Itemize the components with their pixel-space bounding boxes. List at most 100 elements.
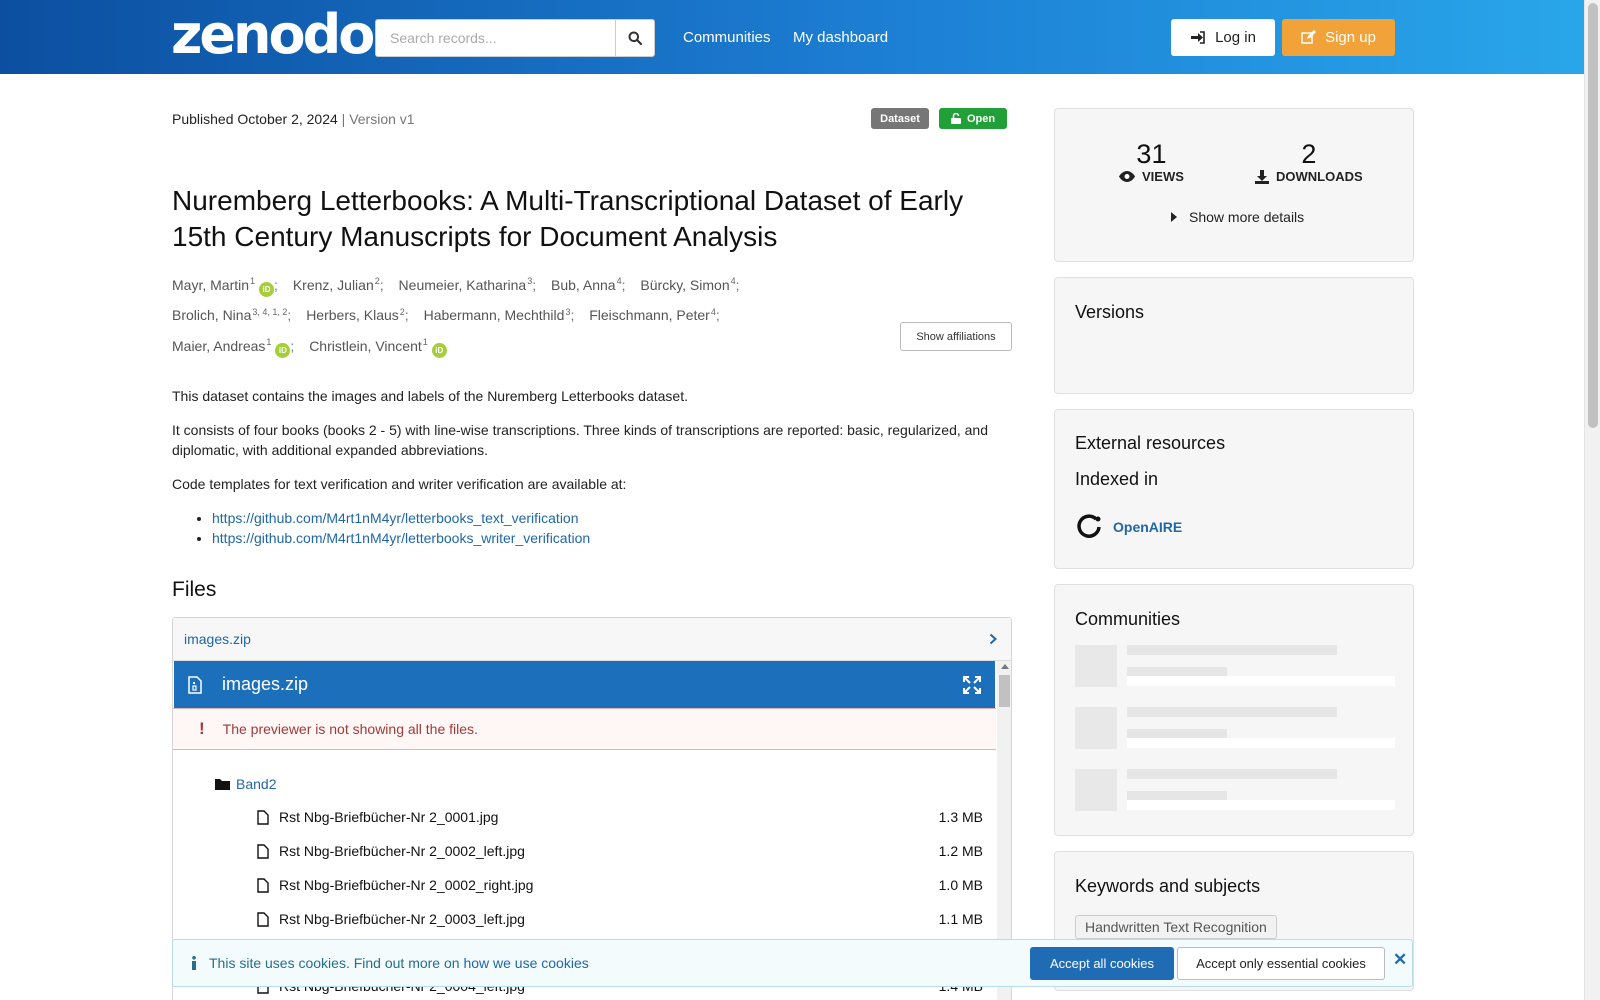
- keyword-tag[interactable]: Handwritten Text Recognition: [1075, 915, 1277, 939]
- file-icon: [257, 877, 269, 893]
- file-accordion-header[interactable]: images.zip: [173, 618, 1011, 661]
- accept-all-cookies-button[interactable]: Accept all cookies: [1030, 947, 1174, 980]
- creator[interactable]: Herbers, Klaus2: [306, 307, 405, 324]
- folder-link[interactable]: Band2: [236, 776, 276, 792]
- openaire-link[interactable]: OpenAIRE: [1075, 513, 1182, 541]
- search-input[interactable]: [375, 19, 615, 57]
- eye-icon: [1119, 171, 1135, 182]
- record-title: Nuremberg Letterbooks: A Multi-Transcrip…: [172, 185, 964, 252]
- external-resources-title: External resources: [1075, 433, 1226, 453]
- versions-panel: Versions: [1054, 277, 1414, 394]
- files-heading: Files: [172, 578, 217, 601]
- views-count: 31: [1136, 139, 1167, 169]
- cookie-message: This site uses cookies. Find out more on…: [191, 955, 589, 971]
- search-icon: [628, 31, 642, 45]
- creator[interactable]: Fleischmann, Peter4: [589, 307, 716, 324]
- orcid-icon[interactable]: iD: [275, 342, 291, 358]
- indexed-in-title: Indexed in: [1075, 469, 1159, 489]
- cookie-banner: This site uses cookies. Find out more on…: [172, 939, 1413, 987]
- scrollbar-thumb[interactable]: [1588, 3, 1598, 428]
- orcid-icon[interactable]: iD: [259, 281, 275, 297]
- file-icon: [257, 809, 269, 825]
- versions-title: Versions: [1075, 302, 1145, 322]
- file-icon: [257, 843, 269, 859]
- file-size: 1.2 MB: [938, 843, 983, 859]
- caret-right-icon: [1171, 212, 1177, 222]
- edit-icon: [1301, 30, 1317, 44]
- github-link[interactable]: https://github.com/M4rt1nM4yr/letterbook…: [212, 530, 590, 546]
- folder-icon: [215, 779, 230, 790]
- loading-placeholder: [1075, 769, 1395, 811]
- show-affiliations-button[interactable]: Show affiliations: [900, 322, 1012, 351]
- publication-info: Published October 2, 2024 | Version v1: [172, 111, 415, 127]
- description-paragraph: This dataset contains the images and lab…: [172, 388, 688, 404]
- search-bar: [375, 19, 655, 57]
- creator[interactable]: Christlein, Vincent1iD: [309, 337, 447, 358]
- file-row[interactable]: Rst Nbg-Briefbücher-Nr 2_0002_left.jpg 1…: [257, 843, 983, 859]
- creators-list: Mayr, Martin1iD; Krenz, Julian2; Neumeie…: [172, 268, 912, 360]
- nav-my-dashboard[interactable]: My dashboard: [793, 29, 888, 46]
- record-description: This dataset contains the images and lab…: [172, 386, 1012, 548]
- communities-panel: Communities: [1054, 584, 1414, 836]
- openaire-icon: [1077, 514, 1101, 538]
- folder-item[interactable]: Band2: [215, 776, 276, 792]
- file-row[interactable]: Rst Nbg-Briefbücher-Nr 2_0001.jpg 1.3 MB: [257, 809, 983, 825]
- keywords-title: Keywords and subjects: [1075, 876, 1261, 896]
- external-resources-panel: External resources Indexed in OpenAIRE: [1054, 409, 1414, 569]
- preview-title: images.zip: [222, 674, 309, 694]
- accordion-file-link[interactable]: images.zip: [184, 631, 251, 647]
- creator[interactable]: Krenz, Julian2: [293, 276, 380, 293]
- description-paragraph: It consists of four books (books 2 - 5) …: [172, 422, 989, 458]
- fullscreen-icon[interactable]: [963, 675, 981, 694]
- chevron-right-icon: [989, 633, 997, 645]
- creator[interactable]: Brolich, Nina3, 4, 1, 2: [172, 307, 287, 324]
- orcid-icon[interactable]: iD: [431, 342, 447, 358]
- exclamation-icon: !: [199, 719, 205, 738]
- downloads-label: DOWNLOADS: [1276, 169, 1363, 184]
- file-row[interactable]: Rst Nbg-Briefbücher-Nr 2_0002_right.jpg …: [257, 877, 983, 893]
- downloads-stat: 2 DOWNLOADS: [1255, 139, 1363, 184]
- access-badge: Open: [939, 108, 1007, 129]
- github-link[interactable]: https://github.com/M4rt1nM4yr/letterbook…: [212, 510, 579, 526]
- creator[interactable]: Neumeier, Katharina3: [399, 276, 533, 293]
- access-label: Open: [966, 112, 996, 125]
- accept-essential-cookies-button[interactable]: Accept only essential cookies: [1177, 947, 1385, 980]
- views-label: VIEWS: [1142, 169, 1184, 184]
- page-scrollbar[interactable]: [1584, 0, 1600, 1000]
- login-button[interactable]: Log in: [1171, 19, 1275, 56]
- cookie-policy-link[interactable]: how we use cookies: [463, 955, 588, 971]
- views-stat: 31 VIEWS: [1119, 139, 1184, 184]
- stats-panel: 31 VIEWS 2 DOWNLOADS Show more details: [1054, 108, 1414, 262]
- description-paragraph: Code templates for text verification and…: [172, 476, 627, 492]
- creator[interactable]: Maier, Andreas1iD: [172, 337, 291, 358]
- file-icon: [257, 911, 269, 927]
- file-size: 1.3 MB: [938, 809, 983, 825]
- site-header: zenodo Communities My dashboard Log in S…: [0, 0, 1584, 74]
- download-icon: [1255, 169, 1269, 184]
- loading-placeholder: [1075, 645, 1395, 687]
- file-archive-icon: [188, 675, 202, 694]
- loading-placeholder: [1075, 707, 1395, 749]
- nav-communities[interactable]: Communities: [683, 29, 771, 46]
- sign-in-icon: [1191, 31, 1205, 44]
- unlock-icon: [950, 113, 961, 124]
- communities-title: Communities: [1075, 609, 1181, 629]
- previewer-warning: ! The previewer is not showing all the f…: [173, 708, 996, 750]
- creator[interactable]: Bub, Anna4: [551, 276, 622, 293]
- code-links-list: https://github.com/M4rt1nM4yr/letterbook…: [212, 508, 1012, 548]
- show-more-details[interactable]: Show more details: [1171, 209, 1304, 225]
- file-size: 1.1 MB: [938, 911, 983, 927]
- zenodo-logo[interactable]: zenodo: [171, 6, 375, 64]
- login-label: Log in: [1215, 29, 1256, 46]
- creator[interactable]: Bürcky, Simon4: [640, 276, 735, 293]
- file-size: 1.0 MB: [938, 877, 983, 893]
- close-icon[interactable]: ✕: [1393, 950, 1407, 970]
- signup-button[interactable]: Sign up: [1282, 19, 1395, 56]
- published-date: Published October 2, 2024: [172, 111, 338, 127]
- signup-label: Sign up: [1325, 29, 1376, 46]
- creator[interactable]: Mayr, Martin1iD: [172, 276, 275, 297]
- info-icon: [192, 956, 196, 970]
- search-button[interactable]: [615, 19, 655, 57]
- creator[interactable]: Habermann, Mechthild3: [424, 307, 571, 324]
- file-row[interactable]: Rst Nbg-Briefbücher-Nr 2_0003_left.jpg 1…: [257, 911, 983, 927]
